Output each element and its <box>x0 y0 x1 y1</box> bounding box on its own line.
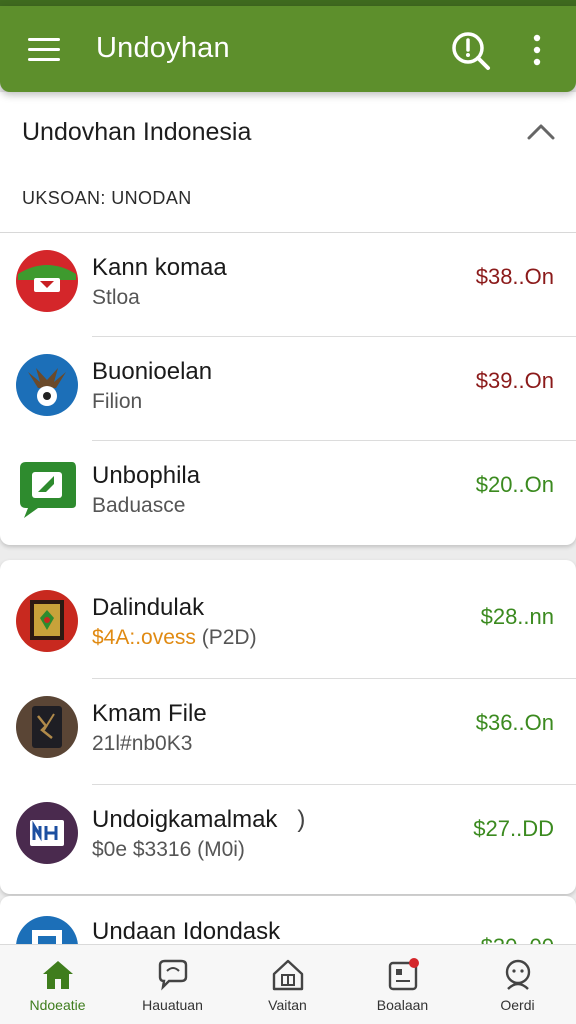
item-subtitle: Stloa <box>92 286 140 309</box>
item-icon <box>16 354 78 416</box>
item-price: $28..nn <box>480 604 554 629</box>
list-item[interactable]: Kann komaa Stloa $38..On <box>0 232 576 336</box>
search-icon <box>452 32 490 70</box>
item-name: Undaan Idondask <box>92 918 281 945</box>
menu-button[interactable] <box>22 30 66 70</box>
item-icon <box>16 696 78 758</box>
item-price: $36..On <box>475 710 554 735</box>
collapse-button[interactable] <box>524 118 558 146</box>
item-subtitle: 21l#nb0K3 <box>92 732 193 755</box>
item-price: $27..DD <box>473 816 554 841</box>
divider <box>92 678 576 679</box>
item-price: $20..On <box>475 472 554 497</box>
nav-label: Hauatuan <box>142 997 203 1013</box>
item-name: Undoigkamalmak) <box>92 806 305 834</box>
item-name: Dalindulak <box>92 594 205 621</box>
nav-label: Boalaan <box>376 997 429 1013</box>
list-item[interactable]: Undoigkamalmak) $0e $3316 (M0i) $27..DD <box>0 784 576 888</box>
more-options-button[interactable] <box>522 28 552 72</box>
hamburger-icon-line <box>28 58 60 61</box>
item-subtitle: Baduasce <box>92 494 186 517</box>
item-icon <box>16 802 78 864</box>
divider <box>0 232 576 233</box>
chevron-up-icon <box>527 124 555 140</box>
more-vert-icon <box>533 34 541 66</box>
notification-icon <box>388 958 419 991</box>
list-item[interactable]: Dalindulak $4A:.ovess (P2D) $28..nn <box>0 572 576 676</box>
section-card: Dalindulak $4A:.ovess (P2D) $28..nn Kmam… <box>0 560 576 894</box>
item-subtitle-highlight: $4A:.ovess <box>92 626 196 649</box>
item-name-suffix: ) <box>297 806 306 833</box>
list-item[interactable]: Buonioelan Filion $39..On <box>0 336 576 440</box>
item-name: Buonioelan <box>92 358 213 385</box>
item-name: Kmam File <box>92 700 207 727</box>
item-name-text: Undoigkamalmak <box>92 806 278 833</box>
chat-icon <box>158 959 188 991</box>
hamburger-icon <box>28 38 60 41</box>
search-button[interactable] <box>446 26 494 74</box>
item-price: $38..On <box>475 264 554 289</box>
nav-item-profile[interactable]: Oerdi <box>460 945 575 1024</box>
item-name: Unbophila <box>92 462 201 489</box>
nav-item-notifications[interactable]: Boalaan <box>345 945 460 1024</box>
section-card: Undovhan Indonesia UKSOAN: UNODAN Kann k… <box>0 92 576 545</box>
list-item[interactable]: Kmam File 21l#nb0K3 $36..On <box>0 678 576 782</box>
item-subtitle: $0e $3316 (M0i) <box>92 838 245 861</box>
nav-label: Oerdi <box>500 997 535 1013</box>
profile-icon <box>505 959 531 990</box>
item-subtitle-rest: (P2D) <box>195 626 257 649</box>
home-icon <box>43 961 73 989</box>
section-title: Undovhan Indonesia <box>22 118 252 146</box>
nav-label: Vaitan <box>268 997 307 1013</box>
store-icon <box>272 959 304 991</box>
item-name: Kann komaa <box>92 254 227 281</box>
list-item[interactable]: Unbophila Baduasce $20..On <box>0 440 576 544</box>
item-icon <box>16 250 78 312</box>
bottom-navigation: Ndoeatie Hauatuan Vaitan Boalaan Oerdi <box>0 944 576 1024</box>
nav-label: Ndoeatie <box>29 997 86 1013</box>
app-screen: Undoyhan Undovhan Indonesia UKSOAN: UNOD… <box>0 0 576 1024</box>
item-icon <box>16 458 78 520</box>
hamburger-icon-line <box>28 48 60 51</box>
item-subtitle: $4A:.ovess (P2D) <box>92 626 257 650</box>
item-icon <box>16 590 78 652</box>
item-subtitle: Filion <box>92 390 143 413</box>
nav-item-store[interactable]: Vaitan <box>230 945 345 1024</box>
nav-item-home[interactable]: Ndoeatie <box>0 945 115 1024</box>
divider <box>92 784 576 785</box>
app-title: Undoyhan <box>96 32 230 64</box>
divider <box>92 336 576 337</box>
item-price: $39..On <box>475 368 554 393</box>
nav-item-chat[interactable]: Hauatuan <box>115 945 230 1024</box>
app-bar: Undoyhan <box>0 6 576 92</box>
divider <box>92 440 576 441</box>
section-subtitle: UKSOAN: UNODAN <box>22 188 192 208</box>
